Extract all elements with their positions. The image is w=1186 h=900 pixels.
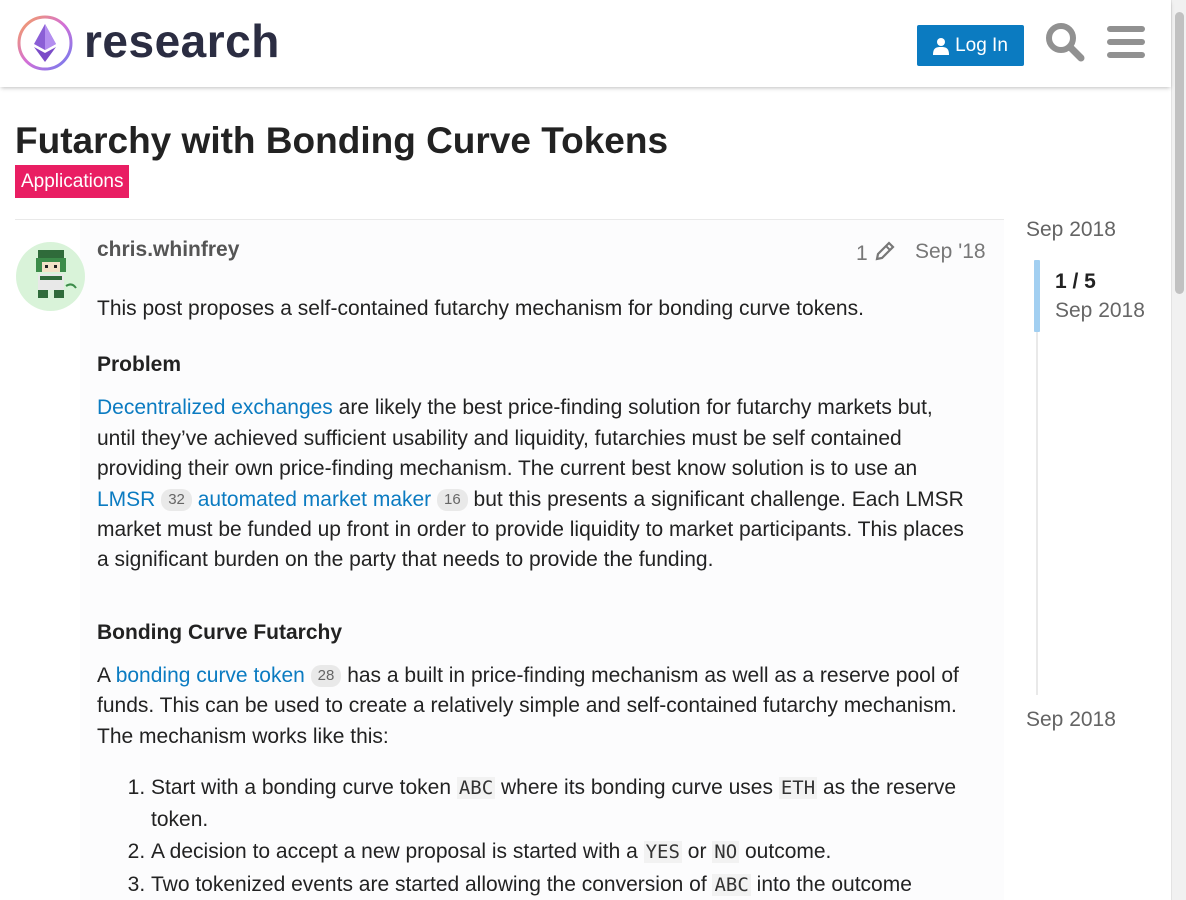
link-automated-market-maker[interactable]: automated market maker (198, 488, 431, 511)
list-item: Start with a bonding curve token ABC whe… (151, 772, 977, 835)
post-content: This post proposes a self-contained futa… (97, 294, 977, 900)
link-click-count: 32 (161, 488, 192, 511)
list-item: A decision to accept a new proposal is s… (151, 836, 977, 868)
heading-problem: Problem (97, 353, 182, 377)
link-bonding-curve-token[interactable]: bonding curve token (116, 664, 305, 687)
post-author[interactable]: chris.whinfrey (97, 238, 239, 262)
link-decentralized-exchanges[interactable]: Decentralized exchanges (97, 396, 333, 419)
timeline-start-date[interactable]: Sep 2018 (1026, 218, 1116, 242)
timeline-position-date: Sep 2018 (1055, 299, 1145, 322)
topic-title[interactable]: Futarchy with Bonding Curve Tokens (15, 120, 668, 162)
post-date[interactable]: Sep '18 (915, 240, 986, 264)
link-click-count: 28 (310, 664, 342, 687)
timeline-end-date[interactable]: Sep 2018 (1026, 708, 1116, 732)
link-lmsr[interactable]: LMSR (97, 488, 155, 511)
page-scrollbar[interactable] (1171, 0, 1186, 900)
logo-text: research (84, 15, 280, 67)
hamburger-menu-icon[interactable] (1104, 20, 1148, 64)
bonding-curve-paragraph: A bonding curve token 28 has a built in … (97, 663, 959, 748)
intro-paragraph: This post proposes a self-contained futa… (97, 297, 864, 320)
link-click-count: 16 (437, 488, 468, 511)
login-button[interactable]: Log In (917, 25, 1024, 66)
problem-paragraph: Decentralized exchanges are likely the b… (97, 396, 964, 572)
scrollbar-thumb[interactable] (1175, 12, 1184, 294)
heading-bonding-curve-futarchy: Bonding Curve Futarchy (97, 620, 343, 644)
list-item: Two tokenized events are started allowin… (151, 869, 977, 900)
edit-count: 1 (856, 242, 868, 265)
category-badge[interactable]: Applications (15, 165, 130, 198)
timeline-position: 1 / 5 (1055, 270, 1096, 293)
site-header: research Log In (0, 0, 1171, 87)
search-icon[interactable] (1043, 20, 1087, 64)
post-edit-history[interactable]: 1 (856, 240, 896, 268)
timeline-scroll-handle[interactable] (1034, 260, 1040, 332)
user-icon (933, 37, 950, 55)
pencil-icon (874, 240, 896, 268)
avatar[interactable] (16, 242, 85, 311)
login-label: Log In (955, 34, 1008, 56)
mechanism-steps-list: Start with a bonding curve token ABC whe… (151, 772, 977, 900)
ethereum-logo-icon (17, 15, 73, 71)
site-logo[interactable]: research (16, 14, 280, 72)
